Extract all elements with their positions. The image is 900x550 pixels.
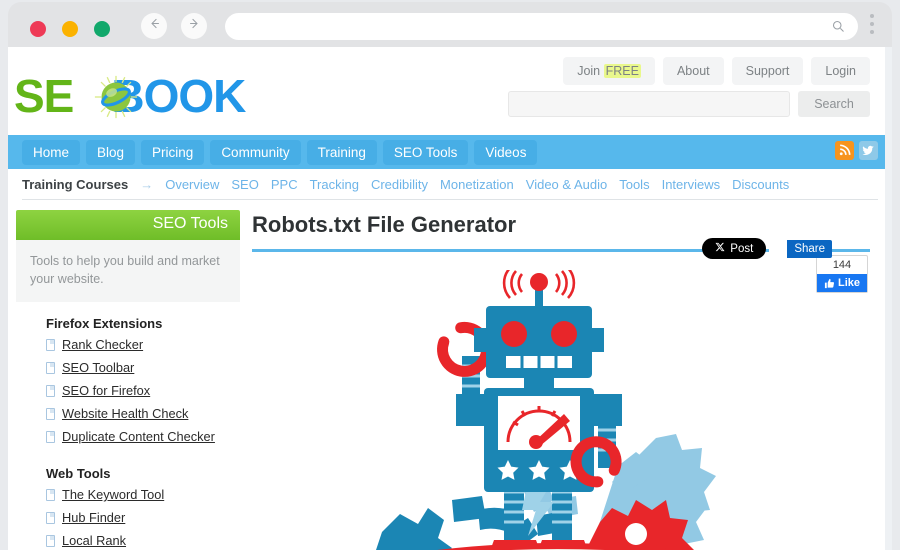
- header-social-links: [835, 141, 878, 160]
- robot-illustration: [240, 270, 892, 550]
- sidebar-item-the-keyword-tool[interactable]: The Keyword Tool: [46, 487, 240, 502]
- sidebar-group-firefox-extensions: Firefox Extensions Rank Checker SEO Tool…: [16, 302, 240, 444]
- sidebar-item-hub-finder[interactable]: Hub Finder: [46, 510, 240, 525]
- site-header: SE BOOK Join FREE About Support Login Se…: [8, 47, 892, 135]
- nav-item-blog[interactable]: Blog: [86, 139, 136, 165]
- browser-window: SE BOOK Join FREE About Support Login Se…: [0, 0, 900, 550]
- about-button[interactable]: About: [662, 57, 724, 85]
- share-buttons: Post in Share: [702, 238, 832, 259]
- subnav-item-video-audio[interactable]: Video & Audio: [526, 177, 607, 192]
- close-window-button[interactable]: [30, 21, 46, 37]
- site-search: Search: [508, 91, 870, 117]
- sidebar-group-web-tools: Web Tools The Keyword Tool Hub Finder Lo…: [16, 452, 240, 550]
- nav-item-videos[interactable]: Videos: [474, 139, 538, 165]
- sidebar-item-seo-toolbar[interactable]: SEO Toolbar: [46, 360, 240, 375]
- nav-item-pricing[interactable]: Pricing: [141, 139, 205, 165]
- sidebar-item-duplicate-content-checker[interactable]: Duplicate Content Checker: [46, 429, 240, 444]
- join-free-button[interactable]: Join FREE: [563, 57, 655, 85]
- subnav-item-interviews[interactable]: Interviews: [662, 177, 721, 192]
- page-right-edge: [885, 47, 892, 550]
- document-icon: [46, 488, 55, 501]
- login-button[interactable]: Login: [811, 57, 870, 85]
- sidebar-item-seo-for-firefox[interactable]: SEO for Firefox: [46, 383, 240, 398]
- breadcrumb-lead: Training Courses: [22, 176, 129, 192]
- support-button[interactable]: Support: [731, 57, 804, 85]
- sidebar-item-rank-checker[interactable]: Rank Checker: [46, 337, 240, 352]
- sidebar-item-website-health-check[interactable]: Website Health Check: [46, 406, 240, 421]
- minimize-window-button[interactable]: [62, 21, 78, 37]
- x-post-label: Post: [730, 242, 754, 255]
- join-label: Join: [577, 64, 604, 78]
- document-icon: [46, 361, 55, 374]
- free-badge: FREE: [603, 64, 641, 78]
- subnav-item-tracking[interactable]: Tracking: [310, 177, 359, 192]
- nav-item-training[interactable]: Training: [306, 139, 377, 165]
- breadcrumb: Training Courses → Overview SEO PPC Trac…: [22, 169, 878, 200]
- site-search-input[interactable]: [508, 91, 790, 117]
- subnav-item-monetization[interactable]: Monetization: [440, 177, 514, 192]
- x-post-button[interactable]: Post: [702, 238, 767, 259]
- document-icon: [46, 430, 55, 443]
- document-icon: [46, 534, 55, 547]
- document-icon: [46, 511, 55, 524]
- subnav-item-overview[interactable]: Overview: [165, 177, 219, 192]
- subnav-item-seo[interactable]: SEO: [231, 177, 258, 192]
- linkedin-icon: in: [769, 239, 788, 258]
- breadcrumb-arrow-icon: →: [140, 176, 154, 192]
- sidebar-item-label: Rank Checker: [62, 337, 144, 353]
- document-icon: [46, 384, 55, 397]
- twitter-icon[interactable]: [859, 141, 878, 160]
- forward-arrow-icon: [187, 16, 202, 36]
- page-viewport: SE BOOK Join FREE About Support Login Se…: [8, 47, 892, 550]
- sidebar-group-title: Web Tools: [46, 466, 111, 482]
- forward-button[interactable]: [181, 13, 207, 39]
- globe-sun-icon: [94, 75, 138, 119]
- sidebar-description: Tools to help you build and market your …: [16, 240, 240, 303]
- page-title: Robots.txt File Generator: [252, 212, 517, 237]
- header-buttons: Join FREE About Support Login: [563, 57, 870, 85]
- subnav-item-credibility[interactable]: Credibility: [371, 177, 428, 192]
- x-logo-icon: [715, 242, 725, 255]
- sidebar: SEO Tools Tools to help you build and ma…: [8, 200, 240, 550]
- sidebar-group-title: Firefox Extensions: [46, 316, 163, 332]
- browser-toolbar: [8, 2, 892, 48]
- nav-item-community[interactable]: Community: [210, 139, 301, 165]
- back-arrow-icon: [147, 16, 162, 36]
- sidebar-item-label: SEO Toolbar: [62, 360, 135, 376]
- maximize-window-button[interactable]: [94, 21, 110, 37]
- sidebar-item-local-rank[interactable]: Local Rank: [46, 533, 240, 548]
- kebab-menu-icon[interactable]: [870, 14, 874, 34]
- sidebar-item-label: Local Rank: [62, 533, 127, 549]
- subnav-item-discounts[interactable]: Discounts: [732, 177, 789, 192]
- logo-se-text: SE: [14, 70, 74, 122]
- linkedin-share-button[interactable]: in Share: [769, 239, 832, 258]
- site-search-button[interactable]: Search: [798, 91, 870, 117]
- subnav-item-ppc[interactable]: PPC: [271, 177, 298, 192]
- sidebar-item-label: SEO for Firefox: [62, 383, 151, 399]
- sidebar-item-label: Duplicate Content Checker: [62, 429, 215, 445]
- page-content: SEO Tools Tools to help you build and ma…: [8, 200, 892, 550]
- sidebar-heading: SEO Tools: [16, 210, 240, 240]
- window-controls: [30, 21, 110, 37]
- linkedin-share-label: Share: [794, 242, 825, 255]
- document-icon: [46, 338, 55, 351]
- sidebar-item-label: The Keyword Tool: [62, 487, 165, 503]
- rss-icon[interactable]: [835, 141, 854, 160]
- subnav-item-tools[interactable]: Tools: [619, 177, 649, 192]
- nav-item-home[interactable]: Home: [22, 139, 81, 165]
- search-icon[interactable]: [831, 19, 846, 34]
- back-button[interactable]: [141, 13, 167, 39]
- sidebar-item-label: Website Health Check: [62, 406, 189, 422]
- main-column: Robots.txt File Generator 144 Like Post …: [240, 200, 892, 550]
- seobook-logo[interactable]: SE BOOK: [14, 55, 264, 129]
- document-icon: [46, 407, 55, 420]
- main-navigation: Home Blog Pricing Community Training SEO…: [8, 135, 892, 169]
- nav-item-seo-tools[interactable]: SEO Tools: [382, 139, 469, 165]
- sidebar-item-label: Hub Finder: [62, 510, 126, 526]
- url-bar[interactable]: [225, 13, 858, 40]
